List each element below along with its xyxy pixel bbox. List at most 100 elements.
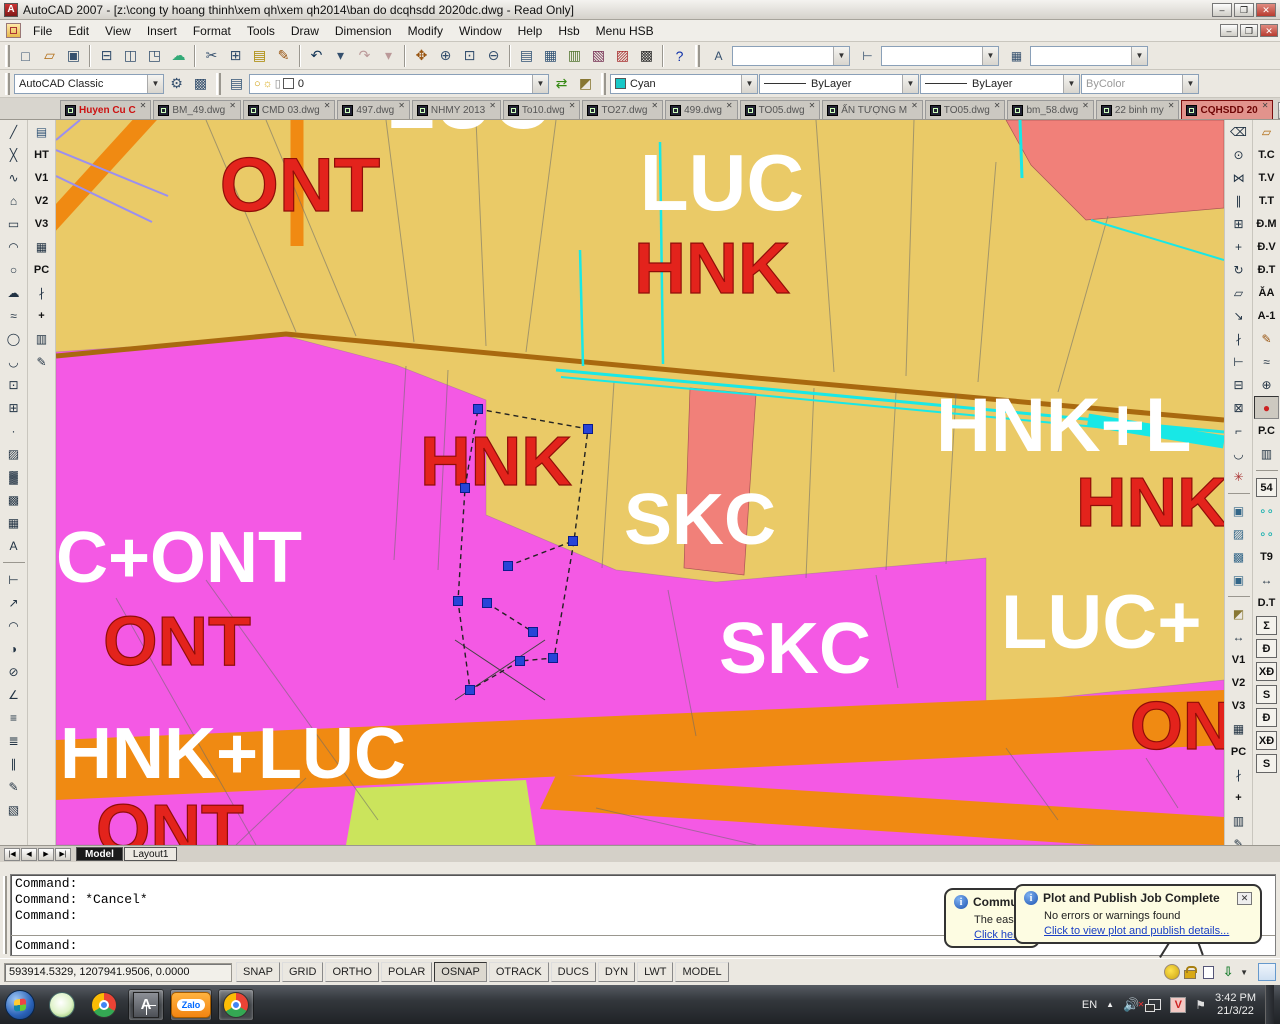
copy-variant-3[interactable]: ▩ — [1226, 545, 1251, 568]
toolbar-grip[interactable] — [5, 45, 10, 67]
arrows-button[interactable]: ↔ — [1254, 568, 1279, 591]
rectangle-tool[interactable]: ▭ — [1, 212, 26, 235]
close-tab-icon[interactable]: ✕ — [809, 101, 816, 110]
grip-handle[interactable] — [483, 599, 492, 608]
layer-color-swatch[interactable] — [283, 78, 294, 89]
polyline-tool[interactable]: ∿ — [1, 166, 26, 189]
arc-tool[interactable]: ◠ — [1, 235, 26, 258]
chevron-down-icon[interactable]: ▼ — [147, 75, 163, 93]
v2-right-button[interactable]: V2 — [1226, 671, 1251, 694]
grid-right-button[interactable]: ▦ — [1226, 717, 1251, 740]
action-center-flag-icon[interactable]: ⚑ — [1195, 998, 1206, 1012]
circle-plus-button[interactable]: ⊕ — [1254, 373, 1279, 396]
s-button[interactable]: S — [1256, 685, 1277, 704]
close-tab-icon[interactable]: ✕ — [651, 101, 658, 110]
paste-button[interactable]: ▤ — [248, 44, 271, 67]
redo-button[interactable]: ↷ — [353, 44, 376, 67]
dt-button[interactable]: Đ.T — [1254, 258, 1279, 281]
grip-handle[interactable] — [584, 425, 593, 434]
table-shortcut-button[interactable]: ▥ — [29, 327, 54, 350]
stamp-right-button[interactable]: ✎ — [1226, 832, 1251, 845]
dim-edit-tool[interactable]: ✎ — [1, 775, 26, 798]
close-tab-icon[interactable]: ✕ — [324, 101, 331, 110]
text-style-combo[interactable]: ▼ — [732, 46, 850, 66]
unikey-icon[interactable]: V — [1170, 997, 1186, 1013]
explode-tool[interactable]: ✳ — [1226, 465, 1251, 488]
close-tab-icon[interactable]: ✕ — [726, 101, 733, 110]
offset-tool[interactable]: ∥ — [1226, 189, 1251, 212]
help-button[interactable]: ? — [668, 44, 691, 67]
close-tab-icon[interactable]: ✕ — [398, 101, 405, 110]
trim-tool[interactable]: ∤ — [1226, 327, 1251, 350]
region-tool[interactable]: ▩ — [1, 488, 26, 511]
stamp-button[interactable]: ✎ — [29, 350, 54, 373]
toggle-dyn[interactable]: DYN — [598, 962, 635, 982]
doc-minimize-button[interactable]: – — [1220, 24, 1238, 37]
chevron-down-icon[interactable]: ▼ — [902, 75, 918, 93]
dt2-button[interactable]: D.T — [1254, 591, 1279, 614]
circles-a-button[interactable]: ∘∘ — [1254, 499, 1279, 522]
chevron-down-icon[interactable]: ▼ — [833, 47, 849, 65]
chevron-down-icon[interactable]: ▼ — [982, 47, 998, 65]
taskbar-chrome[interactable] — [218, 989, 254, 1021]
fillet-tool[interactable]: ◡ — [1226, 442, 1251, 465]
copy-variant-2[interactable]: ▨ — [1226, 522, 1251, 545]
layer-previous-button[interactable]: ◩ — [1226, 602, 1251, 625]
doc-restore-button[interactable]: ❐ — [1240, 24, 1258, 37]
chevron-down-icon[interactable]: ▼ — [1131, 47, 1147, 65]
undo-button[interactable]: ↶ — [305, 44, 328, 67]
table-right-button[interactable]: ▥ — [1226, 809, 1251, 832]
grip-handle[interactable] — [461, 484, 470, 493]
breakline-button[interactable]: ∤ — [29, 281, 54, 304]
doc-tab-12[interactable]: bm_58.dwg✕ — [1007, 100, 1093, 119]
copy-variant-4[interactable]: ▣ — [1226, 568, 1251, 591]
layer-on-icon[interactable]: ○ — [254, 78, 261, 90]
tool-palettes-button[interactable]: ▥ — [563, 44, 586, 67]
etransmit-button[interactable]: ☁ — [167, 44, 190, 67]
volume-muted-icon[interactable]: 🔊 — [1123, 997, 1139, 1013]
layout-nav-button-1[interactable]: |◀ — [4, 848, 20, 861]
balloon-link[interactable]: Click to view plot and publish details..… — [1044, 925, 1252, 937]
mirror-tool[interactable]: ⋈ — [1226, 166, 1251, 189]
copy-tool[interactable]: ⊙ — [1226, 143, 1251, 166]
cut-button[interactable]: ✂ — [200, 44, 223, 67]
xd-button[interactable]: XĐ — [1256, 662, 1277, 681]
copy-clip-button[interactable]: ⊞ — [224, 44, 247, 67]
doc-tab-14[interactable]: CQHSDD 20✕ — [1181, 100, 1273, 119]
tv-button[interactable]: T.V — [1254, 166, 1279, 189]
move-tool[interactable]: + — [1226, 235, 1251, 258]
ht-button[interactable]: HT — [29, 143, 54, 166]
layer-properties-button[interactable]: ▤ — [225, 72, 248, 95]
toggle-polar[interactable]: POLAR — [381, 962, 432, 982]
dim-aligned-tool[interactable]: ↗ — [1, 591, 26, 614]
layer-previous-button[interactable]: ◩ — [574, 72, 597, 95]
v1-right-button[interactable]: V1 — [1226, 648, 1251, 671]
breakline-right-button[interactable]: ∤ — [1226, 763, 1251, 786]
extend-tool[interactable]: ⊢ — [1226, 350, 1251, 373]
toggle-otrack[interactable]: OTRACK — [489, 962, 549, 982]
close-tab-icon[interactable]: ✕ — [569, 101, 576, 110]
menu-window[interactable]: Window — [451, 22, 510, 40]
make-block-tool[interactable]: ⊞ — [1, 396, 26, 419]
match-properties-button[interactable]: ✎ — [272, 44, 295, 67]
v2-button[interactable]: V2 — [29, 189, 54, 212]
close-tab-icon[interactable]: ✕ — [911, 101, 918, 110]
toolbar-grip[interactable] — [216, 73, 221, 95]
plot-notification-icon[interactable]: ⇩ — [1220, 964, 1236, 980]
communication-center-icon[interactable] — [1164, 964, 1180, 980]
close-tab-icon[interactable]: ✕ — [1168, 101, 1175, 110]
chamfer-tool[interactable]: ⌐ — [1226, 419, 1251, 442]
layer-combo[interactable]: ○ ☼ ▯ 0 ▼ — [249, 74, 549, 94]
save-button[interactable]: ▣ — [62, 44, 85, 67]
menu-insert[interactable]: Insert — [139, 22, 185, 40]
aa-button[interactable]: ĂA — [1254, 281, 1279, 304]
network-icon[interactable] — [1148, 999, 1161, 1010]
menu-menu-hsb[interactable]: Menu HSB — [588, 22, 662, 40]
revcloud-tool[interactable]: ☁ — [1, 281, 26, 304]
dim-angular-tool[interactable]: ∠ — [1, 683, 26, 706]
make-object-layer-current-button[interactable]: ⇄ — [550, 72, 573, 95]
my-workspace-button[interactable]: ▩ — [189, 72, 212, 95]
insert-block-tool[interactable]: ⊡ — [1, 373, 26, 396]
close-button[interactable]: ✕ — [1256, 3, 1276, 17]
tab-model[interactable]: Model — [76, 847, 123, 861]
